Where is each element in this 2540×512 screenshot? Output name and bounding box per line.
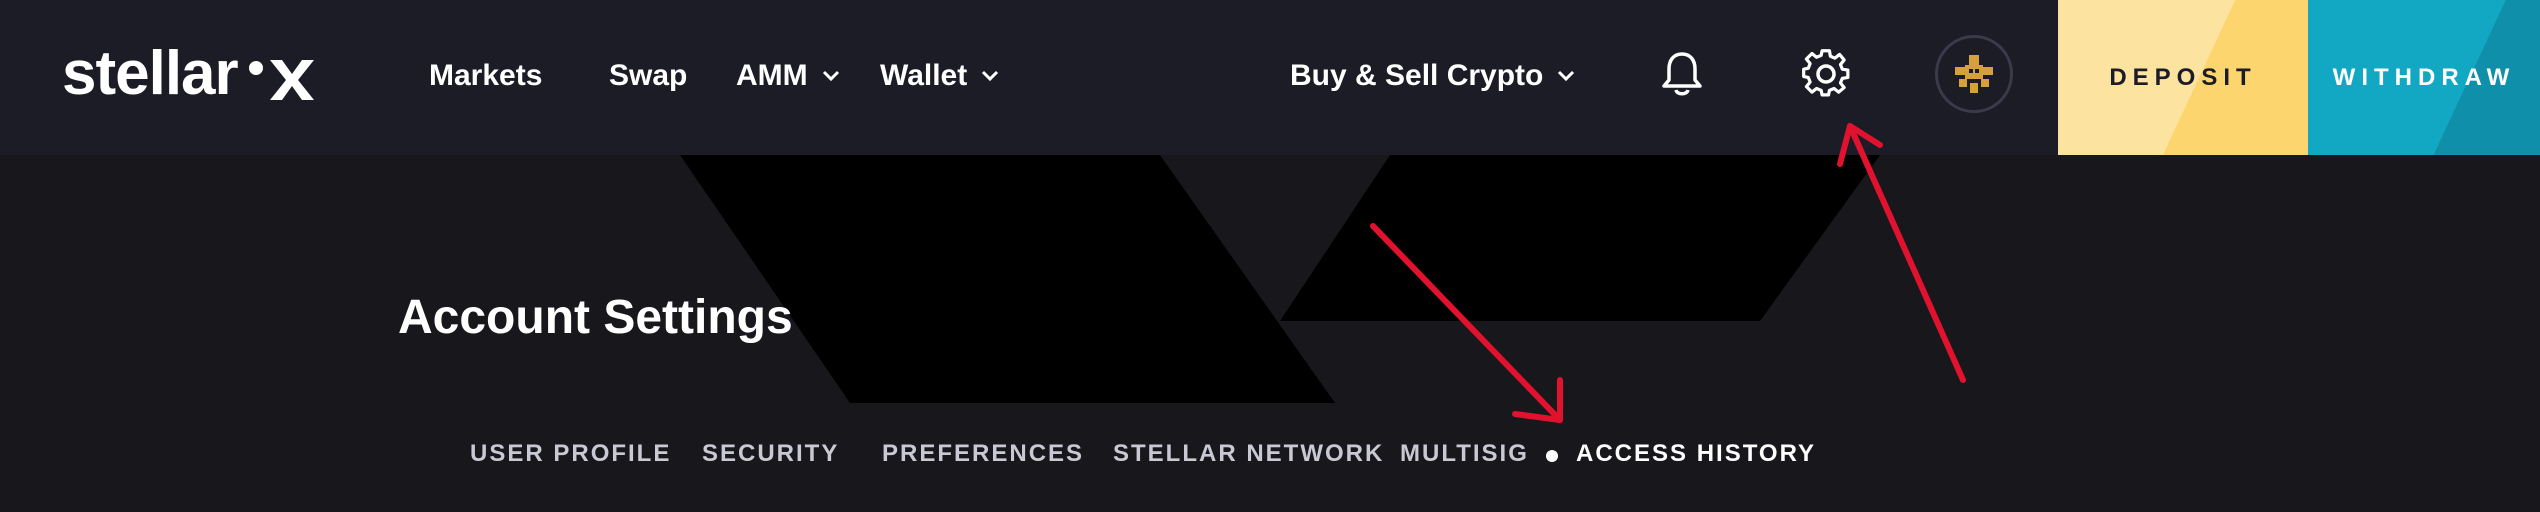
deposit-label: DEPOSIT xyxy=(2109,63,2257,91)
tab-multisig[interactable]: MULTISIG xyxy=(1400,440,1529,468)
tab-stellar-network[interactable]: STELLAR NETWORK xyxy=(1113,440,1384,468)
chevron-down-icon xyxy=(822,70,839,82)
withdraw-label: WITHDRAW xyxy=(2332,63,2516,91)
deposit-button[interactable]: DEPOSIT xyxy=(2058,0,2308,155)
tab-user-profile[interactable]: USER PROFILE xyxy=(470,440,671,468)
tab-preferences[interactable]: PREFERENCES xyxy=(882,440,1084,468)
nav-markets[interactable]: Markets xyxy=(429,56,542,96)
withdraw-button[interactable]: WITHDRAW xyxy=(2308,0,2540,155)
identicon-icon xyxy=(1955,55,1993,93)
nav-markets-label: Markets xyxy=(429,59,543,92)
chevron-down-icon xyxy=(982,70,999,82)
nav-swap-label: Swap xyxy=(609,59,688,92)
tab-access-history[interactable]: ACCESS HISTORY xyxy=(1576,440,1816,468)
top-navigation-bar: stellar Markets Swap AMM Wallet Buy & Se… xyxy=(0,0,2540,155)
account-avatar[interactable] xyxy=(1935,35,2013,113)
nav-wallet-dropdown[interactable]: Wallet xyxy=(880,56,999,96)
nav-amm-dropdown[interactable]: AMM xyxy=(736,56,840,96)
active-tab-indicator xyxy=(1546,450,1558,462)
chevron-down-icon xyxy=(1558,70,1575,82)
logo-text: stellar xyxy=(62,39,239,108)
page-title: Account Settings xyxy=(398,291,793,344)
nav-buy-sell-dropdown[interactable]: Buy & Sell Crypto xyxy=(1290,56,1575,96)
stellarx-logo[interactable]: stellar xyxy=(62,39,314,108)
nav-buy-sell-label: Buy & Sell Crypto xyxy=(1290,59,1544,92)
logo-x-mark xyxy=(248,60,314,100)
nav-amm-label: AMM xyxy=(736,59,808,92)
settings-tabs: USER PROFILE SECURITY PREFERENCES STELLA… xyxy=(0,440,2540,480)
bell-icon[interactable] xyxy=(1656,48,1708,100)
gear-icon[interactable] xyxy=(1800,48,1852,100)
tab-security[interactable]: SECURITY xyxy=(702,440,839,468)
nav-wallet-label: Wallet xyxy=(880,59,968,92)
nav-swap[interactable]: Swap xyxy=(609,56,687,96)
